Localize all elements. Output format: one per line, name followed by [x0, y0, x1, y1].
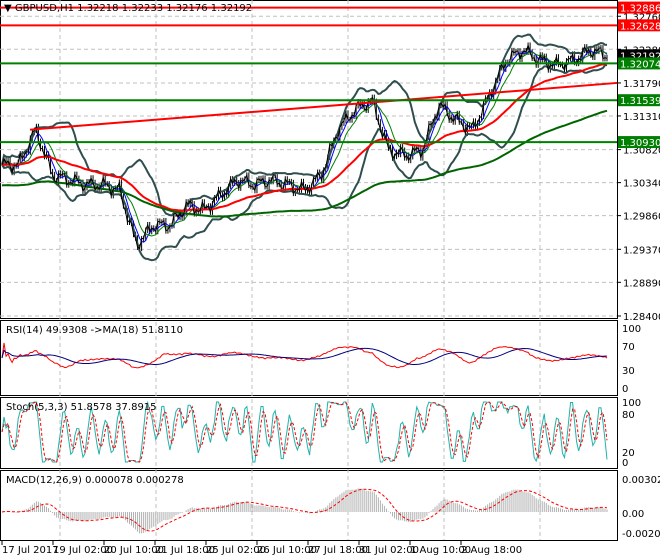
price-tick-label: 1.28890 — [623, 278, 660, 289]
level-tag-label: 1.31539 — [620, 96, 660, 107]
price-tick-label: 1.31310 — [623, 112, 660, 123]
stoch-label: Stoch(5,3,3) 51.8578 37.8915 — [6, 402, 157, 413]
collapse-triangle-icon[interactable]: ▼ — [4, 3, 12, 14]
open-value: 1.32218 — [77, 3, 119, 14]
rsi-ma-line — [1, 347, 608, 366]
indicator-tick-label: 100 — [622, 324, 641, 335]
indicator-tick-label: 0.00 — [622, 509, 644, 520]
time-tick-label: 2 Aug 18:00 — [461, 545, 522, 556]
high-value: 1.32233 — [121, 3, 164, 14]
indicator-tick-label: 0 — [622, 458, 628, 469]
rsi-label: RSI(14) 49.9308 ->MA(18) 51.8110 — [6, 325, 183, 336]
price-tick-label: 1.28400 — [623, 312, 660, 323]
low-value: 1.32176 — [166, 3, 208, 14]
price-tick-label: 1.29860 — [623, 212, 660, 223]
indicator-tick-label: 0.003028 — [622, 475, 660, 486]
time-tick-label: 17 Jul 2017 — [2, 545, 59, 556]
price-tick-label: 1.29370 — [623, 245, 660, 256]
bollinger-lower — [1, 63, 608, 262]
indicator-tick-label: 100 — [622, 398, 641, 409]
price-tick-label: 1.31790 — [623, 79, 660, 90]
symbol-label: GBPUSD,H1 — [14, 3, 74, 14]
panel-frame-0 — [0, 0, 618, 319]
macd-label: MACD(12,26,9) 0.000078 0.000278 — [6, 475, 184, 486]
chart-window: 1.327601.322801.317901.313101.308201.303… — [0, 0, 660, 560]
price-tick-label: 1.30340 — [623, 179, 660, 190]
level-tag-label: 1.30930 — [620, 138, 660, 149]
level-tag-label: 1.32074 — [620, 59, 660, 70]
indicator-tick-label: 80 — [622, 410, 635, 421]
ma-10 — [1, 50, 608, 237]
indicator-tick-label: 0 — [622, 384, 628, 395]
level-tag-label: 1.32628 — [620, 21, 660, 32]
trendline — [29, 81, 618, 131]
indicator-tick-label: 70 — [622, 342, 635, 353]
rsi-line — [1, 342, 608, 369]
close-value: 1.32192 — [210, 3, 253, 14]
indicator-tick-label: -0.002045 — [622, 529, 660, 540]
indicator-tick-label: 30 — [622, 366, 635, 377]
chart-title-row: ▼ GBPUSD,H1 1.32218 1.32233 1.32176 1.32… — [4, 3, 252, 14]
level-tag-label: 1.32886 — [620, 4, 660, 15]
